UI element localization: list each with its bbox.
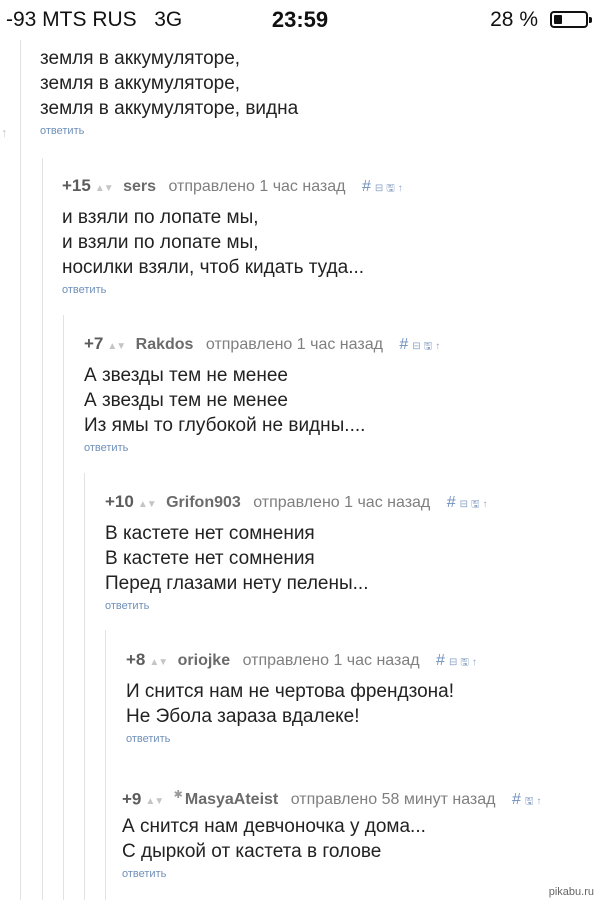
comment: +7 ▲▼ Rakdos отправлено 1 час назад # ⊟ 🖫 ↑ … (84, 331, 443, 454)
collapse-icon[interactable]: ⊟ (449, 657, 457, 668)
save-icon[interactable]: 🖫 (424, 341, 433, 352)
reply-link[interactable]: ответить (84, 442, 443, 454)
comment: +9 ▲▼ ✱ MasyaAteist отправлено 58 минут на… (122, 782, 544, 880)
parent-arrow-icon[interactable]: ↑ (472, 657, 477, 668)
thread-line (42, 158, 43, 900)
save-icon[interactable]: 🖫 (460, 657, 469, 668)
comment-timestamp: отправлено 1 час назад (253, 494, 431, 511)
save-icon[interactable]: 🖫 (471, 499, 480, 510)
comment-line: и взяли по лопате мы, (62, 232, 259, 253)
comment-rating: +15 (62, 176, 91, 195)
permalink-hash[interactable]: # (447, 494, 456, 511)
comment-timestamp: отправлено 1 час назад (205, 336, 383, 353)
comment-author[interactable]: Grifon903 (166, 494, 241, 511)
comment-header: +15 ▲▼ sers отправлено 1 час назад # ⊟ 🖫 ↑ (62, 173, 406, 199)
comment-header: +10 ▲▼ Grifon903 отправлено 1 час назад #… (105, 489, 491, 515)
comment-rating: +9 (122, 789, 142, 809)
battery-level-fill (554, 15, 563, 24)
comment: +15 ▲▼ sers отправлено 1 час назад # ⊟ 🖫 ↑ и… (62, 173, 406, 296)
comment-line: В кастете нет сомнения (105, 548, 315, 569)
comment-rating: +7 (84, 334, 104, 353)
permalink-hash[interactable]: # (399, 336, 408, 353)
user-badge-icon: ✱ (173, 789, 183, 801)
comment-line: и взяли по лопате мы, (62, 207, 259, 228)
comment-author[interactable]: oriojke (178, 652, 230, 669)
comment-line: земля в аккумуляторе, (40, 48, 241, 69)
comment-author[interactable]: MasyaAteist (185, 791, 278, 808)
comment-body: А снится нам девчоночка у дома... С дырк… (122, 814, 544, 864)
comment-line: И снится нам не чертова френдзона! (126, 681, 454, 702)
thread-line (105, 630, 106, 900)
comment-line: А звезды тем не менее (84, 390, 288, 411)
comment-timestamp: отправлено 1 час назад (242, 652, 420, 669)
collapse-icon[interactable]: ⊟ (375, 183, 383, 194)
reply-link[interactable]: ответить (105, 600, 491, 612)
reply-link[interactable]: ответить (126, 733, 480, 745)
collapse-icon[interactable]: ⊟ (460, 499, 468, 510)
comment-author[interactable]: sers (123, 178, 156, 195)
comment-line: земля в аккумуляторе, (40, 73, 241, 94)
comment-line: Из ямы то глубокой не видны.... (84, 415, 366, 436)
comment-line: Не Эбола зараза вдалеке! (126, 706, 360, 727)
comment-line: С дыркой от кастета в голове (122, 841, 382, 862)
vote-arrows-icon[interactable]: ▲▼ (107, 341, 126, 352)
comment-timestamp: отправлено 58 минут назад (290, 791, 496, 809)
comment-line: А снится нам девчоночка у дома... (122, 816, 426, 837)
permalink-hash[interactable]: # (512, 791, 521, 808)
comment-line: Перед глазами нету пелены... (105, 573, 369, 594)
status-bar: -93 MTS RUS 3G 23:59 28 % (0, 0, 600, 40)
save-icon[interactable]: 🖫 (386, 183, 395, 194)
thread-indent-lines (0, 40, 600, 900)
vote-arrows-icon[interactable]: ▲▼ (145, 796, 164, 807)
comment-author[interactable]: Rakdos (136, 336, 194, 353)
comment-line: В кастете нет сомнения (105, 523, 315, 544)
parent-arrow-icon[interactable]: ↑ (483, 499, 488, 510)
comment-body: А звезды тем не менее А звезды тем не ме… (84, 363, 443, 438)
comment-line: носилки взяли, чтоб кидать туда... (62, 257, 365, 278)
comment-body: И снится нам не чертова френдзона! Не Эб… (126, 679, 480, 729)
parent-arrow-icon[interactable]: ↑ (435, 341, 440, 352)
comment-body: и взяли по лопате мы, и взяли по лопате … (62, 205, 406, 280)
thread-line (84, 473, 85, 900)
collapse-arrow-icon[interactable]: ↑ (1, 125, 8, 140)
comment-line: А звезды тем не менее (84, 365, 288, 386)
vote-arrows-icon[interactable]: ▲▼ (138, 499, 157, 510)
comment-header: +7 ▲▼ Rakdos отправлено 1 час назад # ⊟ 🖫 ↑ (84, 331, 443, 357)
collapse-icon[interactable]: ⊟ (412, 341, 420, 352)
comment-rating: +10 (105, 492, 134, 511)
parent-arrow-icon[interactable]: ↑ (398, 183, 403, 194)
reply-link[interactable]: ответить (40, 125, 298, 137)
comment-timestamp: отправлено 1 час назад (168, 178, 346, 195)
comment-rating: +8 (126, 650, 146, 669)
vote-arrows-icon[interactable]: ▲▼ (149, 657, 168, 668)
comment: земля в аккумуляторе, земля в аккумулято… (40, 46, 298, 137)
comment-header: +8 ▲▼ oriojke отправлено 1 час назад # ⊟ 🖫 ↑ (126, 647, 480, 673)
comment-body: В кастете нет сомнения В кастете нет сом… (105, 521, 491, 596)
watermark: pikabu.ru (548, 886, 594, 898)
comment-body: земля в аккумуляторе, земля в аккумулято… (40, 46, 298, 121)
permalink-hash[interactable]: # (436, 652, 445, 669)
reply-link[interactable]: ответить (122, 868, 544, 880)
reply-link[interactable]: ответить (62, 284, 406, 296)
save-icon[interactable]: 🖫 (525, 796, 534, 807)
battery-icon (550, 11, 592, 28)
thread-line (20, 40, 21, 900)
comment-header: +9 ▲▼ ✱ MasyaAteist отправлено 58 минут на… (122, 782, 544, 808)
permalink-hash[interactable]: # (362, 178, 371, 195)
comment: +8 ▲▼ oriojke отправлено 1 час назад # ⊟ 🖫 ↑… (126, 647, 480, 745)
parent-arrow-icon[interactable]: ↑ (536, 796, 541, 807)
comment: +10 ▲▼ Grifon903 отправлено 1 час назад #… (105, 489, 491, 612)
vote-arrows-icon[interactable]: ▲▼ (95, 183, 114, 194)
thread-line (63, 315, 64, 900)
comment-line: земля в аккумуляторе, видна (40, 98, 299, 119)
battery-percent: 28 % (490, 8, 538, 31)
